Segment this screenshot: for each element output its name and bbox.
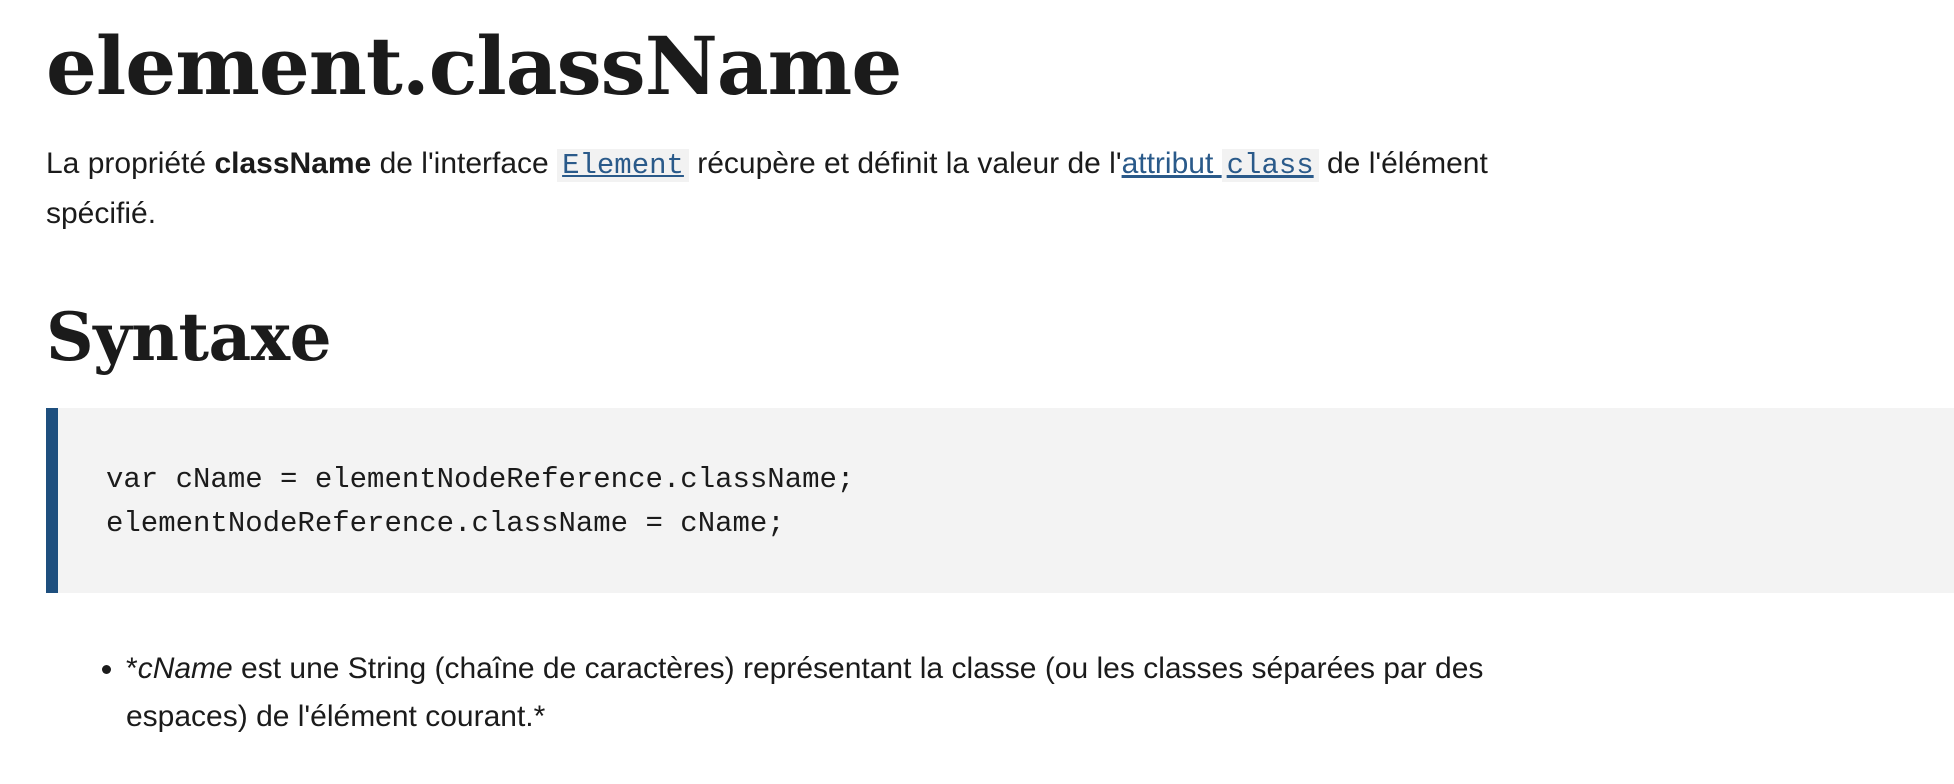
- intro-paragraph: La propriété className de l'interface El…: [46, 140, 1506, 238]
- element-interface-link[interactable]: Element: [562, 149, 684, 182]
- intro-text-3: récupère et définit la valeur de l': [688, 147, 1122, 180]
- intro-bold-term: className: [214, 147, 372, 180]
- code-line: elementNodeReference.className = cName;: [106, 507, 785, 540]
- syntax-heading: Syntaxe: [46, 298, 332, 376]
- code-line: var cName = elementNodeReference.classNa…: [106, 463, 855, 496]
- notes-list: *cName est une String (chaîne de caractè…: [46, 645, 1566, 741]
- class-code-chip: class: [1221, 149, 1319, 182]
- syntax-code-block: var cName = elementNodeReference.classNa…: [46, 408, 1954, 593]
- class-attribute-link-text: attribut: [1121, 147, 1222, 180]
- note-text: est une String (chaîne de caractères) re…: [126, 652, 1484, 733]
- list-item: *cName est une String (chaîne de caractè…: [126, 645, 1566, 741]
- intro-text-2: de l'interface: [371, 147, 558, 180]
- intro-text-1: La propriété: [46, 147, 215, 180]
- article: element.className La propriété className…: [46, 0, 1954, 741]
- note-italic-term: cName: [137, 652, 233, 685]
- class-attribute-link[interactable]: attribut class: [1121, 147, 1319, 182]
- element-code-chip: Element: [557, 149, 689, 182]
- page-title: element.className: [46, 19, 902, 113]
- note-prefix: *: [126, 652, 138, 685]
